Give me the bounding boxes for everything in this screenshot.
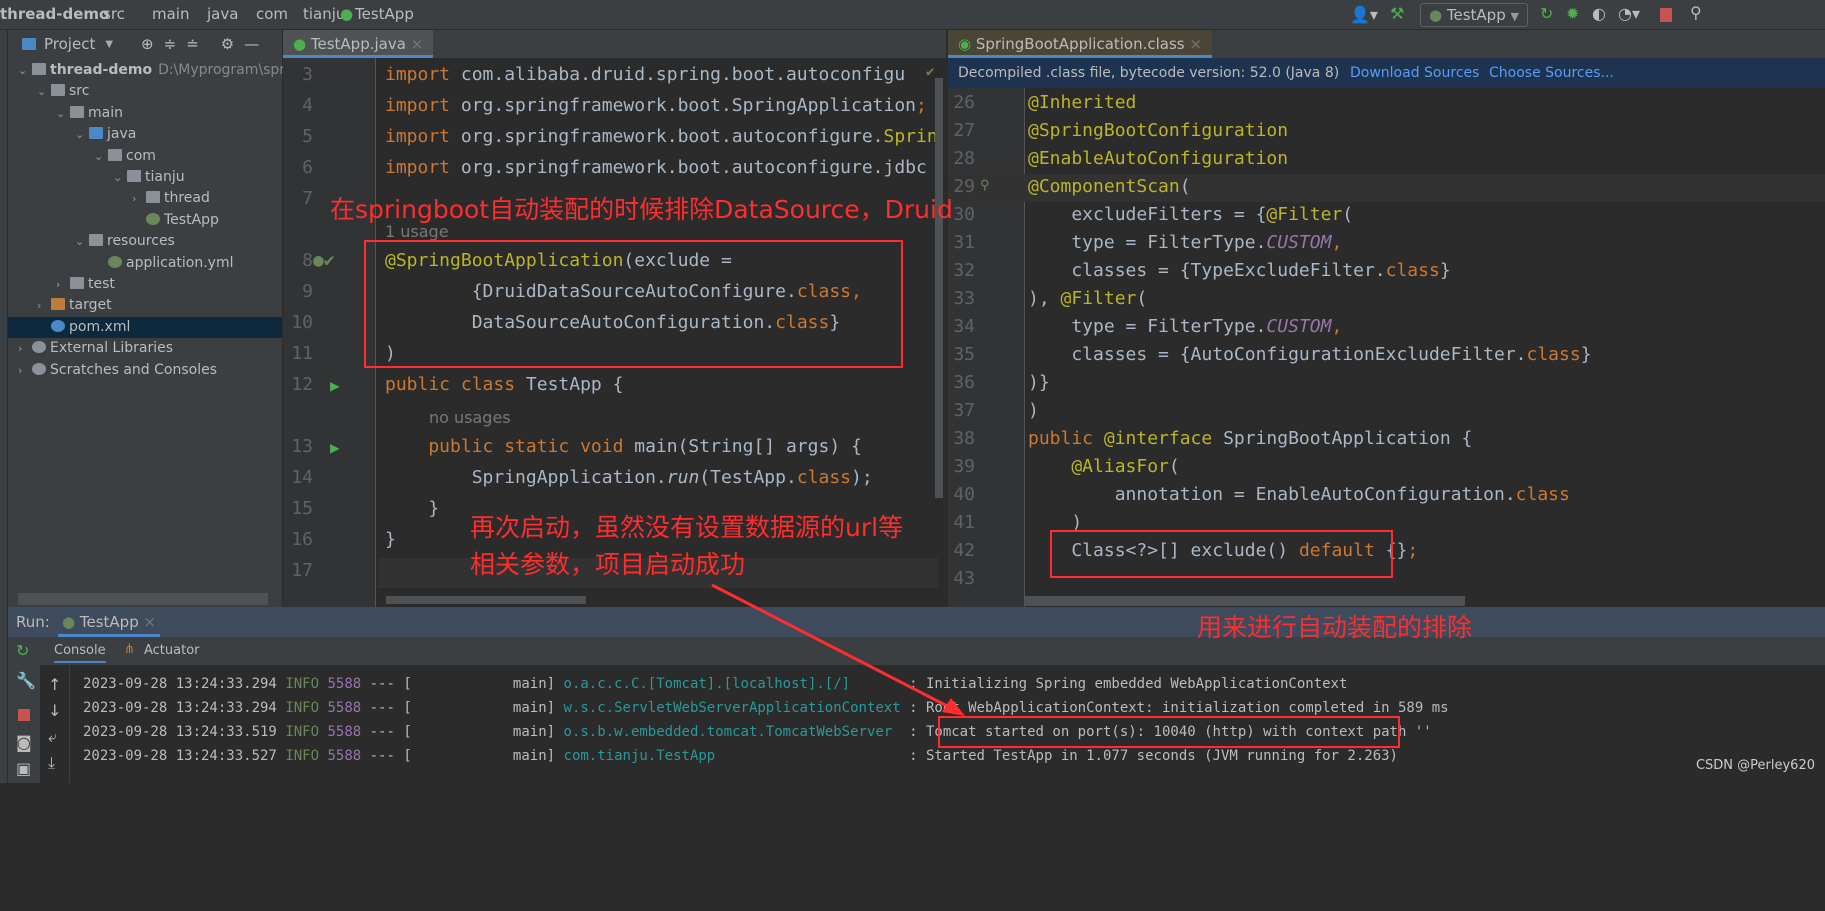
arrow-line: [711, 583, 956, 712]
watermark: CSDN @Perley620: [1695, 758, 1815, 773]
annotation-arrow: [711, 583, 965, 716]
arrow-head: [942, 698, 965, 716]
